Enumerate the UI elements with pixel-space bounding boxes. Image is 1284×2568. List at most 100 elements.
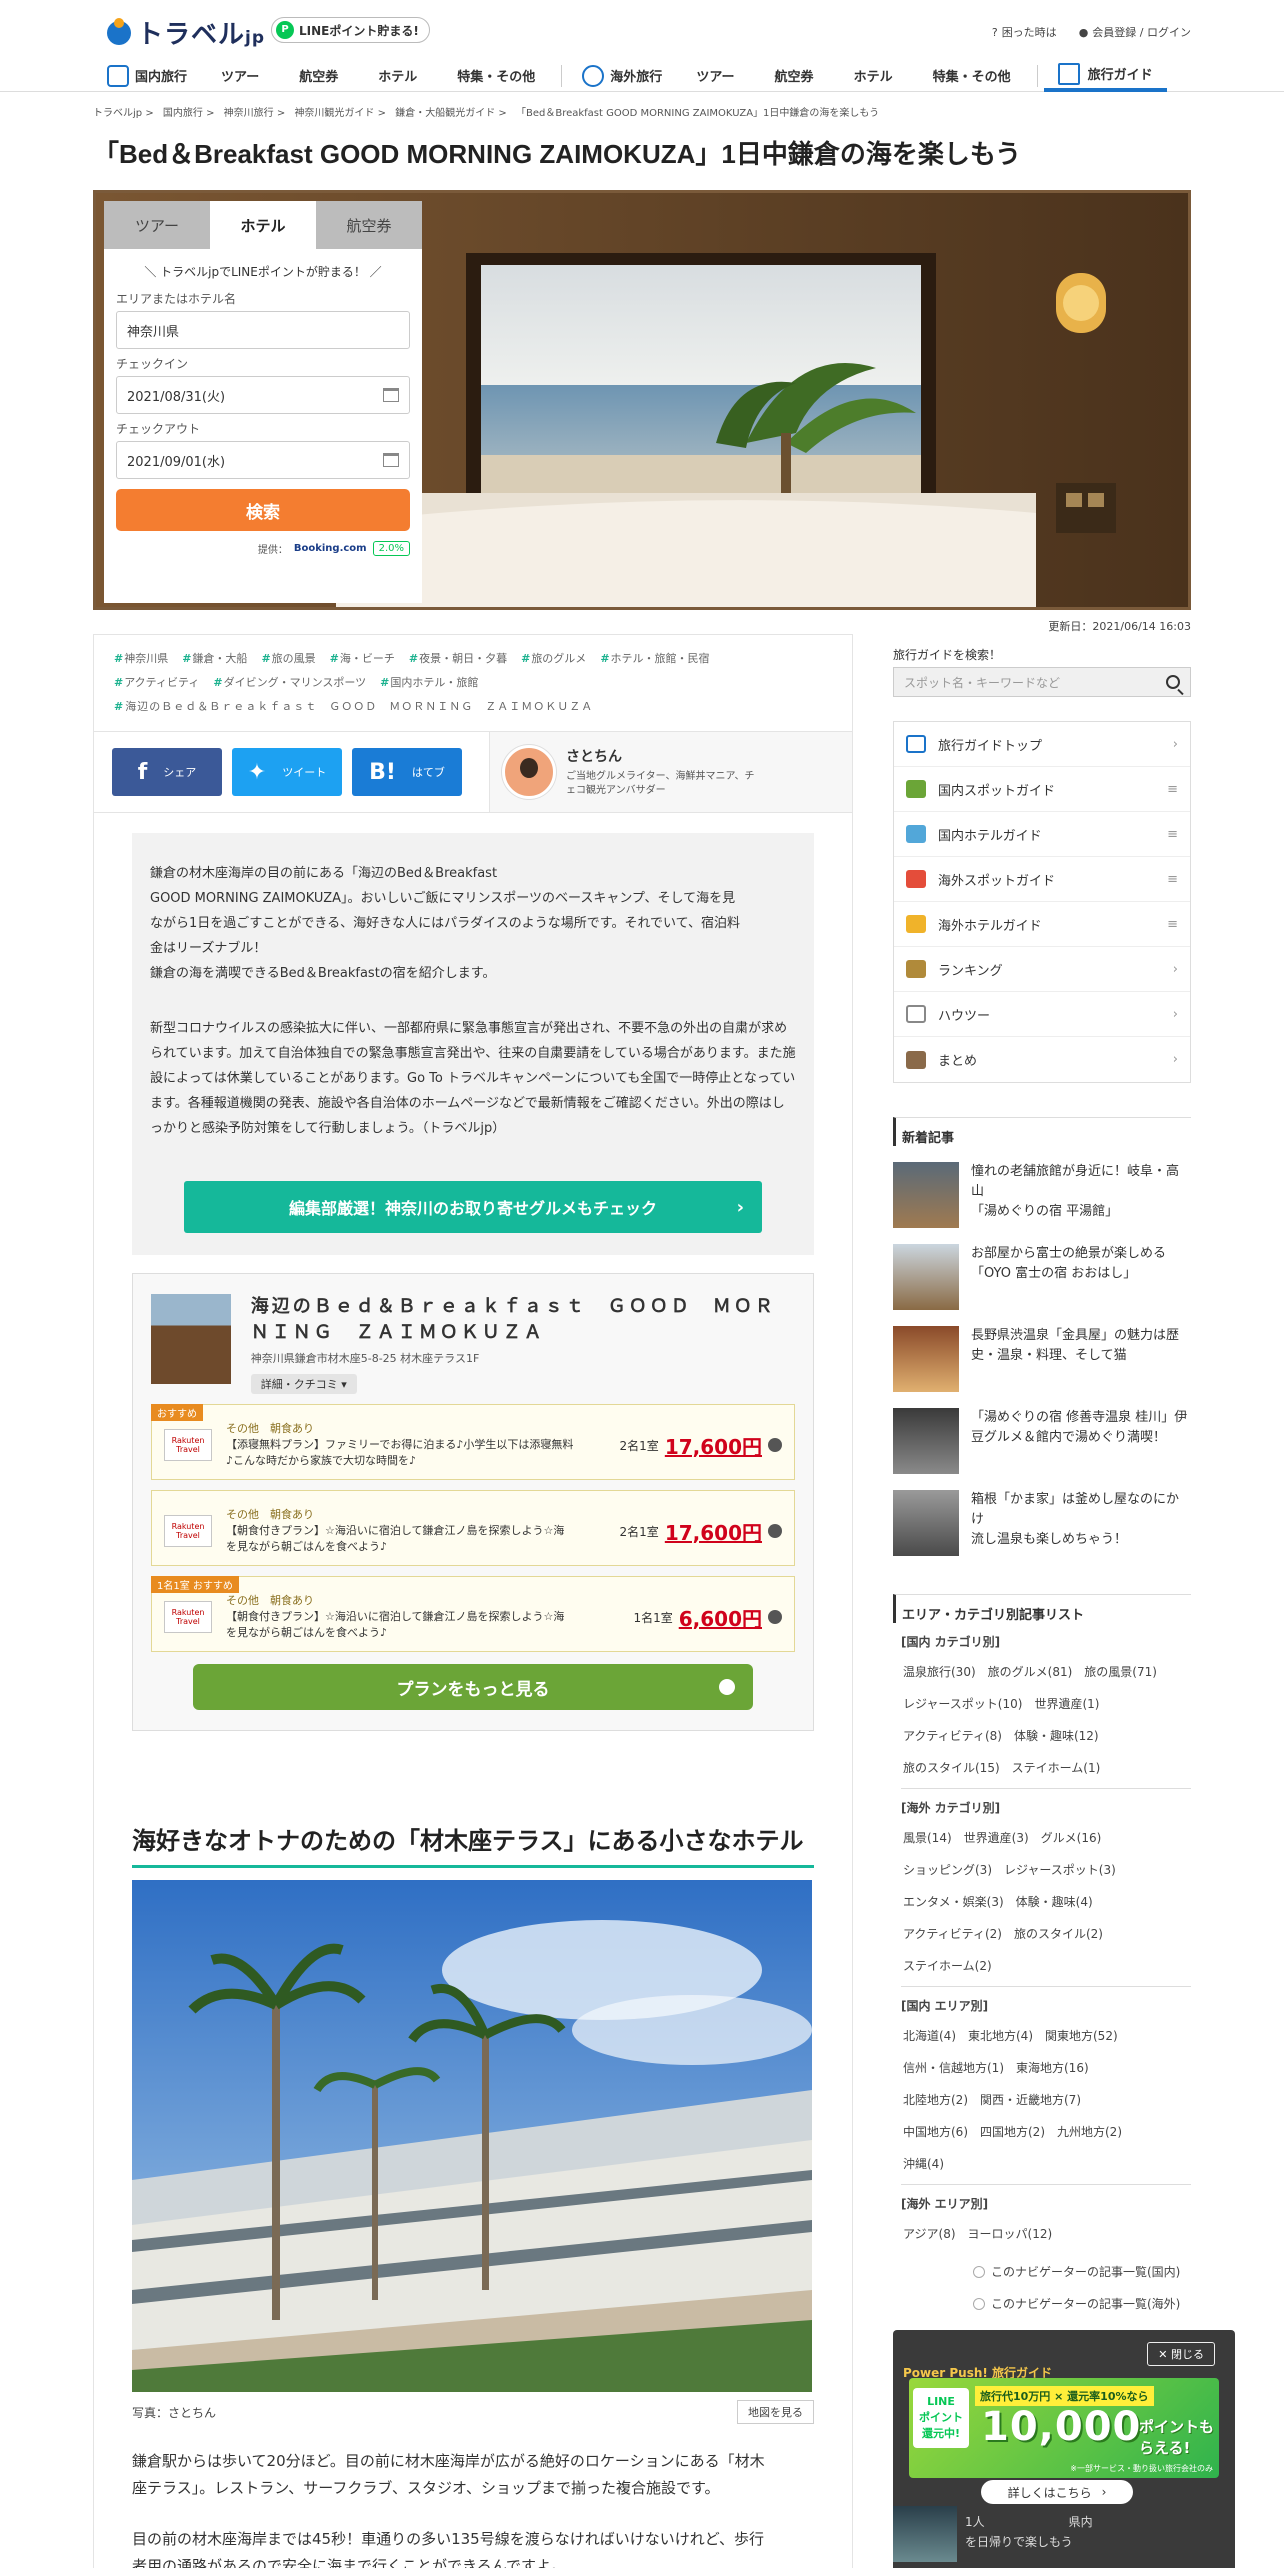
cat-link[interactable]: 体験・趣味(4) xyxy=(1016,1895,1093,1909)
breadcrumb-item[interactable]: 神奈川観光ガイド xyxy=(294,108,374,119)
area-link[interactable]: 関東地方(52) xyxy=(1045,2029,1118,2043)
area-link[interactable]: 東海地方(16) xyxy=(1016,2061,1089,2075)
search-button[interactable]: 検索 xyxy=(116,489,410,531)
area-link[interactable]: 東北地方(4) xyxy=(968,2029,1033,2043)
cat-link[interactable]: 旅のグルメ(81) xyxy=(988,1665,1073,1679)
cat-link[interactable]: 風景(14) xyxy=(903,1831,952,1845)
cat-link[interactable]: 世界遺産(1) xyxy=(1034,1697,1099,1711)
hotel-name[interactable]: 海辺のＢｅｄ＆Ｂｒｅａｋｆａｓｔ ＧＯＯＤ ＭＯＲＮＩＮＧ ＺＡＩＭＯＫＵＺＡ xyxy=(251,1294,795,1346)
cat-link[interactable]: 旅の風景(71) xyxy=(1084,1665,1157,1679)
tag[interactable]: 海辺のＢｅｄ＆Ｂｒｅａｋｆａｓｔ ＧＯＯＤ ＭＯＲＮＩＮＧ ＺＡＩＭＯＫＵＺＡ xyxy=(114,700,593,713)
area-input[interactable]: 神奈川県 xyxy=(116,311,410,349)
cat-link[interactable]: ショッピング(3) xyxy=(903,1863,992,1877)
guide-menu-item[interactable]: ランキング › xyxy=(894,947,1190,992)
calendar-icon[interactable] xyxy=(383,388,399,402)
tag[interactable]: 海・ビーチ xyxy=(330,652,395,665)
hotel-detail-button[interactable]: 詳細・クチコミ ▾ xyxy=(250,1374,357,1394)
area-link[interactable]: 沖縄(4) xyxy=(903,2157,944,2171)
area-link[interactable]: 関西・近畿地方(7) xyxy=(980,2093,1081,2107)
new-article-item[interactable]: 長野県渋温泉「金具屋」の魅力は歴 史・温泉・料理、そして猫 xyxy=(893,1326,1191,1392)
plan-row[interactable]: おすすめ Rakuten Travel その他 朝食あり 【添寝無料プラン】ファミ… xyxy=(151,1404,795,1480)
cat-link[interactable]: 旅のスタイル(2) xyxy=(1014,1927,1103,1941)
cat-link[interactable]: 温泉旅行(30) xyxy=(903,1665,976,1679)
guide-menu-item[interactable]: 国内スポットガイド ≡ xyxy=(894,767,1190,812)
new-article-item[interactable]: 「湯めぐりの宿 修善寺温泉 桂川」伊 豆グルメ＆館内で湯めぐり満喫！ xyxy=(893,1408,1191,1474)
guide-menu-item[interactable]: 旅行ガイドトップ › xyxy=(894,722,1190,767)
twitter-share-button[interactable]: ✦ ツイート xyxy=(232,748,342,796)
navigator-overseas-link[interactable]: このナビゲーターの記事一覧(海外) xyxy=(893,2288,1191,2320)
more-plans-button[interactable]: プランをもっと見る xyxy=(193,1664,753,1710)
cat-link[interactable]: アクティビティ(2) xyxy=(903,1927,1002,1941)
plan-row[interactable]: 1名1室 おすすめ Rakuten Travel その他 朝食あり 【朝食付きプラ… xyxy=(151,1576,795,1652)
calendar-icon[interactable] xyxy=(383,453,399,467)
hotel-thumbnail[interactable] xyxy=(151,1294,231,1384)
tag[interactable]: アクティビティ xyxy=(114,676,199,689)
guide-menu-item[interactable]: まとめ › xyxy=(894,1037,1190,1082)
cat-link[interactable]: グルメ(16) xyxy=(1041,1831,1102,1845)
guide-search-input[interactable]: スポット名・キーワードなど xyxy=(893,667,1191,697)
cat-link[interactable]: ステイホーム(1) xyxy=(1012,1761,1101,1775)
login-link[interactable]: ● 会員登録 / ログイン xyxy=(1079,24,1191,40)
tag[interactable]: 神奈川県 xyxy=(114,652,168,665)
tag[interactable]: ダイビング・マリンスポーツ xyxy=(213,676,366,689)
line-points-banner[interactable]: LINE ポイント 還元中! 旅行代10万円 × 還元率10%なら 10,000 ポ… xyxy=(909,2378,1219,2478)
cat-link[interactable]: 体験・趣味(12) xyxy=(1014,1729,1099,1743)
breadcrumb-item[interactable]: 鎌倉・大船観光ガイド xyxy=(395,108,495,119)
tag[interactable]: ホテル・旅館・民宿 xyxy=(600,652,709,665)
tag[interactable]: 鎌倉・大船 xyxy=(182,652,247,665)
nav-special-overseas[interactable]: 特集・その他 xyxy=(913,66,1031,85)
cat-link[interactable]: レジャースポット(10) xyxy=(903,1697,1022,1711)
nav-tour[interactable]: ツアー xyxy=(201,66,279,85)
tag[interactable]: 旅の風景 xyxy=(261,652,315,665)
navigator-domestic-link[interactable]: このナビゲーターの記事一覧(国内) xyxy=(893,2256,1191,2288)
breadcrumb-item[interactable]: 神奈川旅行 xyxy=(224,108,274,119)
hatena-bookmark-button[interactable]: B! はてブ xyxy=(352,748,462,796)
plan-row[interactable]: Rakuten Travel その他 朝食あり 【朝食付きプラン】☆海沿いに宿泊し… xyxy=(151,1490,795,1566)
nav-hotel[interactable]: ホテル xyxy=(358,66,437,85)
cat-link[interactable]: アクティビティ(8) xyxy=(903,1729,1002,1743)
popup-detail-button[interactable]: 詳しくはこちら › xyxy=(981,2480,1133,2504)
area-link[interactable]: 北陸地方(2) xyxy=(903,2093,968,2107)
area-link[interactable]: 北海道(4) xyxy=(903,2029,956,2043)
cat-link[interactable]: 旅のスタイル(15) xyxy=(903,1761,1000,1775)
nav-air[interactable]: 航空券 xyxy=(279,66,358,85)
checkin-input[interactable]: 2021/08/31(火) xyxy=(116,376,410,414)
nav-domestic[interactable]: 国内旅行 xyxy=(93,64,201,87)
nav-overseas[interactable]: 海外旅行 xyxy=(568,64,676,87)
guide-menu-item[interactable]: 海外ホテルガイド ≡ xyxy=(894,902,1190,947)
cat-link[interactable]: 世界遺産(3) xyxy=(964,1831,1029,1845)
search-icon[interactable] xyxy=(1166,675,1180,689)
new-article-item[interactable]: お部屋から富士の絶景が楽しめる 「OYO 富士の宿 おおはし」 xyxy=(893,1244,1191,1310)
breadcrumb-item[interactable]: 国内旅行 xyxy=(163,108,203,119)
cat-link[interactable]: エンタメ・娯楽(3) xyxy=(903,1895,1004,1909)
help-link[interactable]: ? 困った時は xyxy=(992,24,1057,40)
booking-tab-tour[interactable]: ツアー xyxy=(104,201,210,249)
author-card[interactable]: さとちん ご当地グルメライター、海鮮丼マニア、チ ェコ観光アンバサダー xyxy=(490,732,852,812)
new-article-item[interactable]: 憧れの老舗旅館が身近に！岐阜・高山 「湯めぐりの宿 平湯館」 xyxy=(893,1162,1191,1228)
map-button[interactable]: 地図を見る xyxy=(737,2400,814,2424)
guide-menu-item[interactable]: ハウツー › xyxy=(894,992,1190,1037)
gourmet-check-button[interactable]: 編集部厳選！神奈川のお取り寄せグルメもチェック xyxy=(184,1181,762,1233)
popup-close-button[interactable]: ✕ 閉じる xyxy=(1147,2342,1215,2366)
nav-tour-overseas[interactable]: ツアー xyxy=(676,66,754,85)
new-article-item[interactable]: 箱根「かま家」は釜めし屋なのにかけ 流し温泉も楽しめちゃう！ xyxy=(893,1490,1191,1556)
area-link[interactable]: 中国地方(6) xyxy=(903,2125,968,2139)
cat-link[interactable]: レジャースポット(3) xyxy=(1004,1863,1116,1877)
booking-tab-hotel[interactable]: ホテル xyxy=(210,201,316,249)
nav-hotel-overseas[interactable]: ホテル xyxy=(834,66,913,85)
tag[interactable]: 旅のグルメ xyxy=(521,652,586,665)
tag[interactable]: 夜景・朝日・夕暮 xyxy=(409,652,507,665)
facebook-share-button[interactable]: f シェア xyxy=(112,748,222,796)
breadcrumb-item[interactable]: トラベルjp xyxy=(93,108,142,119)
site-logo[interactable]: トラベルjp xyxy=(107,14,265,51)
checkout-input[interactable]: 2021/09/01(水) xyxy=(116,441,410,479)
area-link[interactable]: 九州地方(2) xyxy=(1057,2125,1122,2139)
tag[interactable]: 国内ホテル・旅館 xyxy=(380,676,478,689)
nav-air-overseas[interactable]: 航空券 xyxy=(755,66,834,85)
nav-special[interactable]: 特集・その他 xyxy=(437,66,555,85)
area-link[interactable]: ヨーロッパ(12) xyxy=(968,2227,1053,2241)
booking-tab-air[interactable]: 航空券 xyxy=(316,201,422,249)
cat-link[interactable]: ステイホーム(2) xyxy=(903,1959,992,1973)
area-link[interactable]: アジア(8) xyxy=(903,2227,956,2241)
line-points-pill[interactable]: P LINEポイント貯まる! xyxy=(271,17,430,43)
